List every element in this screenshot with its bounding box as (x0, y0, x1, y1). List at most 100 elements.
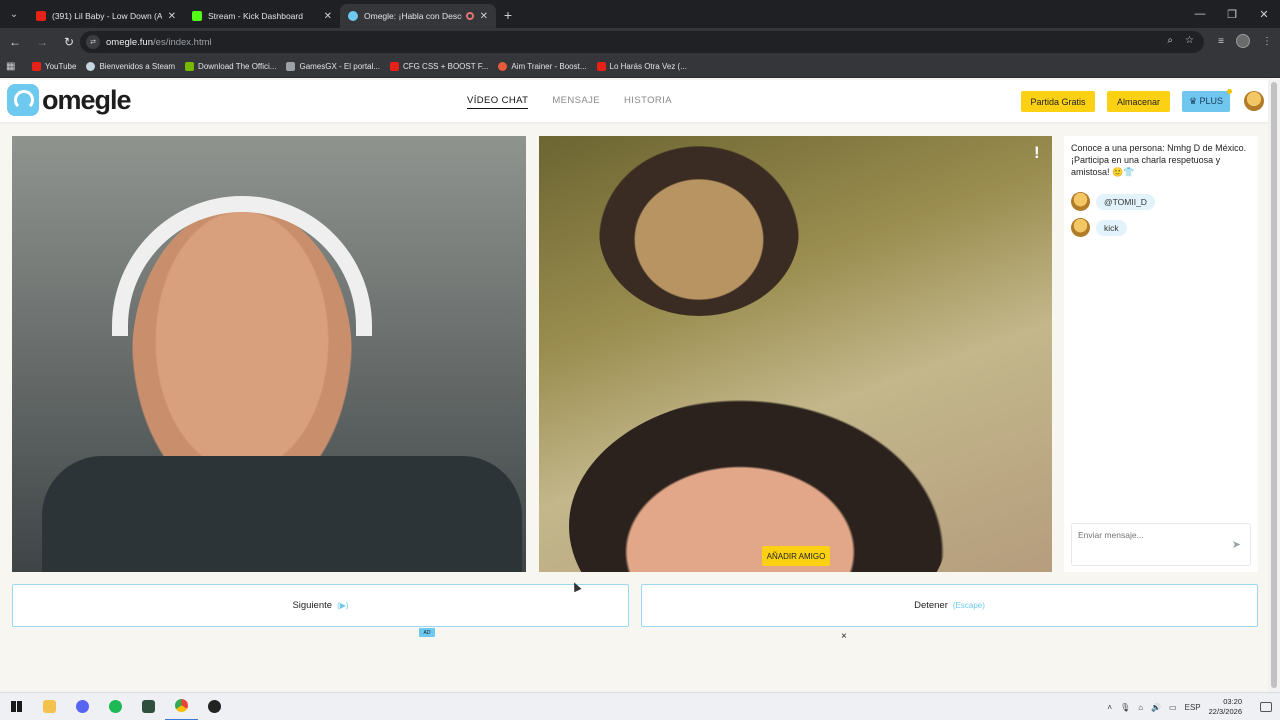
bookmark-steam[interactable]: Bienvenidos a Steam (86, 62, 175, 71)
clock[interactable]: 03:20 22/3/2026 (1209, 697, 1242, 717)
aim-trainer-icon (498, 62, 508, 71)
chat-message: @TOMII_D (1071, 192, 1155, 211)
bookmark-youtube[interactable]: YouTube (32, 62, 76, 71)
microphone-icon[interactable]: 🎙 (1120, 703, 1130, 712)
tab-close-icon[interactable]: ✕ (480, 11, 488, 22)
bookmark-aim-trainer[interactable]: Aim Trainer - Boost... (498, 62, 587, 71)
address-bar[interactable]: ⇄ omegle.fun /es/index.html ⌕ ☆ (80, 31, 1204, 53)
nav-video-chat[interactable]: VÍDEO CHAT (467, 95, 529, 109)
bookmark-star-icon[interactable]: ☆ (1185, 35, 1194, 46)
message-input[interactable] (1072, 524, 1222, 560)
nav-message[interactable]: MENSAJE (552, 95, 600, 109)
message-bubble: @TOMII_D (1096, 193, 1155, 210)
user-avatar[interactable] (1244, 91, 1264, 111)
browser-tab-omegle[interactable]: Omegle: ¡Habla con Descon ✕ (340, 4, 496, 28)
tray-overflow-icon[interactable]: ˄ (1107, 703, 1112, 712)
bookmark-gamesgx[interactable]: GamesGX - El portal... (286, 62, 380, 71)
profile-avatar-icon[interactable] (1236, 34, 1250, 48)
tab-search-chevron-icon[interactable]: ⌄ (0, 0, 28, 28)
chat-panel: Conoce a una persona: Nmhg D de México. … (1064, 136, 1258, 572)
display-icon[interactable]: ▭ (1169, 703, 1177, 712)
address-toolbar: ← → ↻ ⇄ omegle.fun /es/index.html ⌕ ☆ ≡ … (0, 28, 1280, 56)
report-icon[interactable]: ! (1034, 143, 1040, 163)
free-match-button[interactable]: Partida Gratis (1021, 91, 1095, 112)
media-queue-icon[interactable]: ≡ (1218, 36, 1224, 47)
window-controls: — ❐ ✕ (1184, 0, 1280, 28)
forward-arrow-icon[interactable]: → (30, 30, 54, 54)
next-button[interactable]: Siguiente (▶) (12, 584, 629, 627)
clock-time: 03:20 (1223, 697, 1242, 706)
ad-close-icon[interactable]: × (841, 631, 847, 642)
bookmark-cfg-css[interactable]: CFG CSS + BOOST F... (389, 62, 488, 71)
tab-title: Omegle: ¡Habla con Descon (364, 11, 462, 21)
remote-video-feed (539, 136, 1052, 572)
add-friend-button[interactable]: AÑADIR AMIGO (762, 546, 830, 566)
kick-favicon-icon (192, 11, 202, 21)
terminal-icon[interactable] (132, 693, 165, 720)
volume-icon[interactable]: 🔊 (1151, 703, 1161, 712)
obs-icon[interactable] (198, 693, 231, 720)
main-nav: VÍDEO CHAT MENSAJE HISTORIA (467, 95, 672, 109)
back-arrow-icon[interactable]: ← (3, 30, 27, 54)
bookmarks-bar: ▦ YouTube Bienvenidos a Steam Download T… (0, 56, 1280, 78)
scrollbar-thumb[interactable] (1271, 82, 1277, 688)
chrome-icon[interactable] (165, 693, 198, 720)
network-icon[interactable]: ⌂ (1138, 703, 1143, 712)
bookmark-lo-haras[interactable]: Lo Harás Otra Vez (... (596, 62, 687, 71)
start-icon[interactable] (0, 693, 33, 720)
remote-video-person-top (599, 146, 799, 316)
stop-button[interactable]: Detener (Escape) (641, 584, 1258, 627)
plus-button[interactable]: ♛ PLUS (1182, 89, 1232, 112)
new-tab-plus-icon[interactable]: + (496, 4, 520, 28)
file-explorer-icon[interactable] (33, 693, 66, 720)
bookmark-nvidia[interactable]: Download The Offici... (185, 62, 276, 71)
browser-tab-kick[interactable]: Stream - Kick Dashboard ✕ (184, 4, 340, 28)
nvidia-icon (185, 62, 195, 71)
system-tray: ˄ 🎙 ⌂ 🔊 ▭ ESP 03:20 22/3/2026 (1107, 693, 1242, 720)
gamesgx-icon (286, 62, 296, 71)
restore-icon[interactable]: ❐ (1216, 0, 1248, 28)
message-avatar (1071, 218, 1090, 237)
language-indicator[interactable]: ESP (1185, 703, 1201, 712)
notifications-icon[interactable] (1260, 702, 1272, 712)
omegle-logo-icon (7, 84, 39, 116)
omegle-favicon-icon (348, 11, 358, 21)
tab-title: (391) Lil Baby - Low Down (Aud (52, 11, 162, 21)
clock-date: 22/3/2026 (1208, 707, 1242, 716)
stop-label: Detener (914, 600, 948, 611)
chat-intro-text: Conoce a una persona: Nmhg D de México. … (1071, 143, 1247, 177)
tab-close-icon[interactable]: ✕ (324, 11, 332, 22)
site-info-icon[interactable]: ⇄ (86, 35, 100, 49)
omegle-logo[interactable]: omegle (7, 84, 132, 116)
recording-indicator-icon (465, 12, 474, 20)
url-path: /es/index.html (153, 36, 212, 48)
chat-message: kick (1071, 218, 1127, 237)
stop-hint: (Escape) (952, 601, 985, 610)
local-video-shirt (42, 456, 522, 572)
logo-text: omegle (42, 84, 132, 115)
close-window-icon[interactable]: ✕ (1248, 0, 1280, 28)
tab-close-icon[interactable]: ✕ (168, 11, 176, 22)
youtube-icon (32, 62, 41, 71)
minimize-icon[interactable]: — (1184, 0, 1216, 28)
message-avatar (1071, 192, 1090, 211)
message-input-box: ➤ (1071, 523, 1251, 566)
discord-icon[interactable] (66, 693, 99, 720)
browser-tab-youtube[interactable]: (391) Lil Baby - Low Down (Aud ✕ (28, 4, 184, 28)
url-host: omegle.fun (106, 36, 154, 48)
local-video-feed (12, 136, 526, 572)
next-hint: (▶) (337, 601, 349, 610)
spotify-icon[interactable] (99, 693, 132, 720)
steam-icon (86, 62, 96, 71)
browser-menu-icon[interactable]: ⋮ (1262, 36, 1272, 47)
zoom-icon[interactable]: ⌕ (1167, 35, 1173, 46)
send-icon[interactable]: ➤ (1232, 538, 1241, 551)
tab-title: Stream - Kick Dashboard (208, 11, 303, 21)
nav-history[interactable]: HISTORIA (624, 95, 672, 109)
store-button[interactable]: Almacenar (1107, 91, 1170, 112)
page-scrollbar[interactable] (1268, 80, 1280, 692)
next-label: Siguiente (292, 600, 333, 611)
apps-grid-icon[interactable]: ▦ (6, 61, 32, 72)
youtube-icon (389, 62, 399, 71)
reload-icon[interactable]: ↻ (57, 30, 81, 54)
